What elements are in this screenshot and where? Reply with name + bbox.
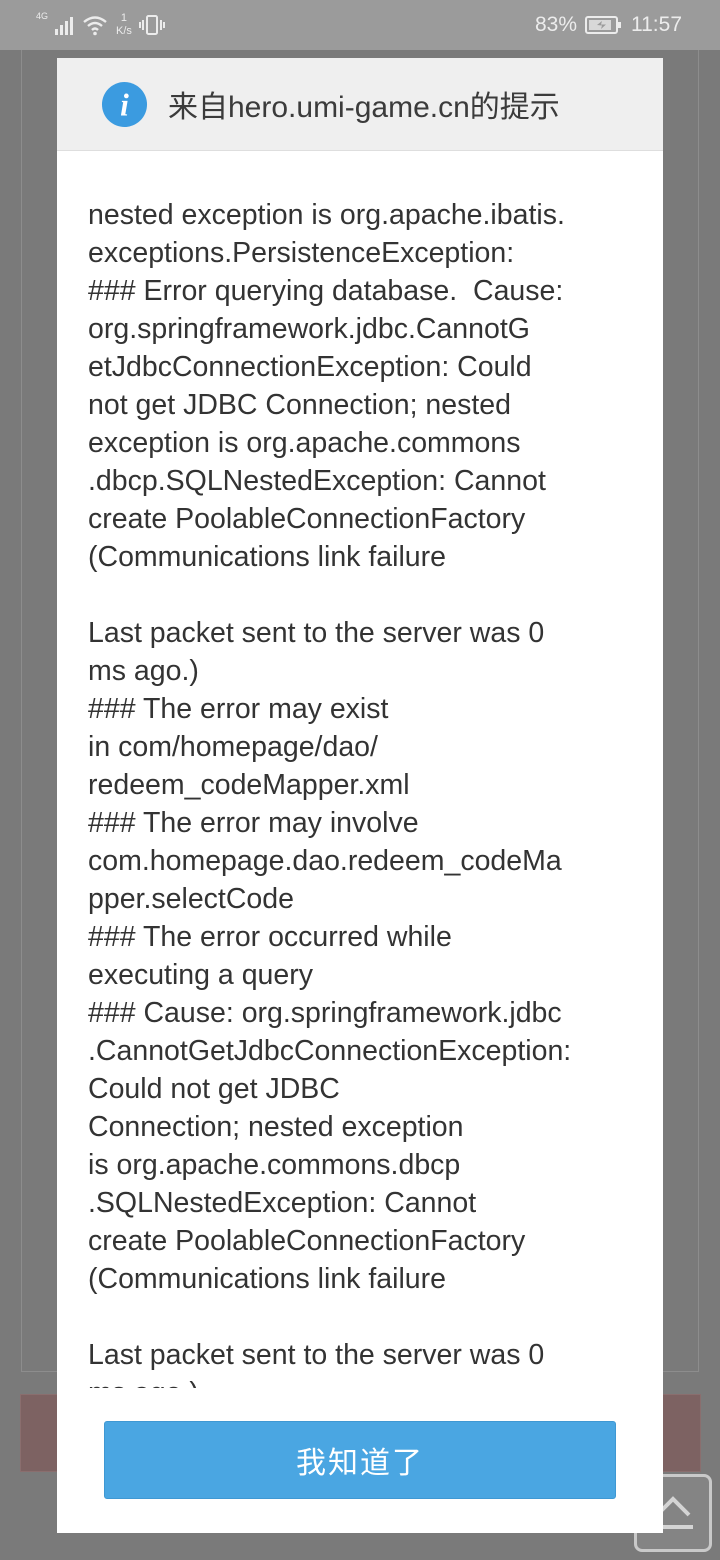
message-line: nested exception is org.apache.ibatis.: [88, 199, 565, 231]
message-line: is org.apache.commons.dbcp: [88, 1149, 461, 1181]
network-speed-unit: K/s: [116, 25, 132, 37]
message-line: Last packet sent to the server was 0: [88, 617, 545, 649]
message-line: (Communications link failure: [88, 1263, 446, 1295]
clock: 11:57: [631, 13, 682, 36]
message-line: Could not get JDBC: [88, 1073, 340, 1105]
network-speed-value: 1: [120, 12, 128, 24]
dialog-header: i 来自hero.umi-game.cn的提示: [57, 58, 663, 151]
message-line: ms ago.): [88, 655, 199, 687]
message-line: Last packet sent to the server was 0: [88, 1339, 545, 1371]
message-line: exception is org.apache.commons: [88, 427, 521, 459]
message-line: .SQLNestedException: Cannot: [88, 1187, 477, 1219]
network-speed: 1 K/s: [116, 12, 132, 38]
message-line: org.springframework.jdbc.CannotG: [88, 313, 530, 345]
message-line: redeem_codeMapper.xml: [88, 769, 410, 801]
status-right: 83% 11:57: [535, 8, 682, 42]
wifi-icon: [83, 16, 107, 36]
message-line: [88, 576, 648, 614]
message-line: pper.selectCode: [88, 883, 294, 915]
battery-charging-icon: [585, 16, 621, 34]
status-left: 4G 1 K/s: [36, 8, 166, 42]
message-line: Connection; nested exception: [88, 1111, 464, 1143]
alert-dialog: i 来自hero.umi-game.cn的提示 nested exception…: [57, 58, 663, 1533]
message-line: not get JDBC Connection; nested: [88, 389, 512, 421]
svg-text:i: i: [120, 87, 129, 122]
message-line: create PoolableConnectionFactory: [88, 503, 526, 535]
info-icon: i: [101, 81, 148, 127]
message-line: ### The error occurred while: [88, 921, 452, 953]
ok-button[interactable]: 我知道了: [104, 1421, 616, 1499]
message-line: ### The error may involve: [88, 807, 419, 839]
message-line: ### Cause: org.springframework.jdbc: [88, 997, 562, 1029]
dialog-title: 来自hero.umi-game.cn的提示: [168, 91, 560, 124]
network-type-label: 4G: [36, 11, 49, 21]
message-line: ### Error querying database. Cause:: [88, 275, 564, 307]
message-line: ms ago.): [88, 1374, 648, 1388]
message-line: [88, 1298, 648, 1336]
battery-percent: 83%: [534, 13, 577, 36]
message-line: executing a query: [88, 959, 313, 991]
message-line: etJdbcConnectionException: Could: [88, 351, 532, 383]
cellular-signal-icon: [55, 17, 74, 35]
message-line: exceptions.PersistenceException:: [88, 237, 515, 269]
vibrate-icon: [138, 15, 165, 35]
status-bar: 4G 1 K/s 83% 11:57: [0, 0, 720, 50]
dialog-message[interactable]: nested exception is org.apache.ibatis. ex…: [88, 196, 648, 1388]
message-line: create PoolableConnectionFactory: [88, 1225, 526, 1257]
message-line: com.homepage.dao.redeem_codeMa: [88, 845, 562, 877]
message-line: ### The error may exist: [88, 693, 389, 725]
message-line: .dbcp.SQLNestedException: Cannot: [88, 465, 546, 497]
message-line: (Communications link failure: [88, 541, 446, 573]
message-line: .CannotGetJdbcConnectionException:: [88, 1035, 572, 1067]
message-line: in com/homepage/dao/: [88, 731, 378, 763]
